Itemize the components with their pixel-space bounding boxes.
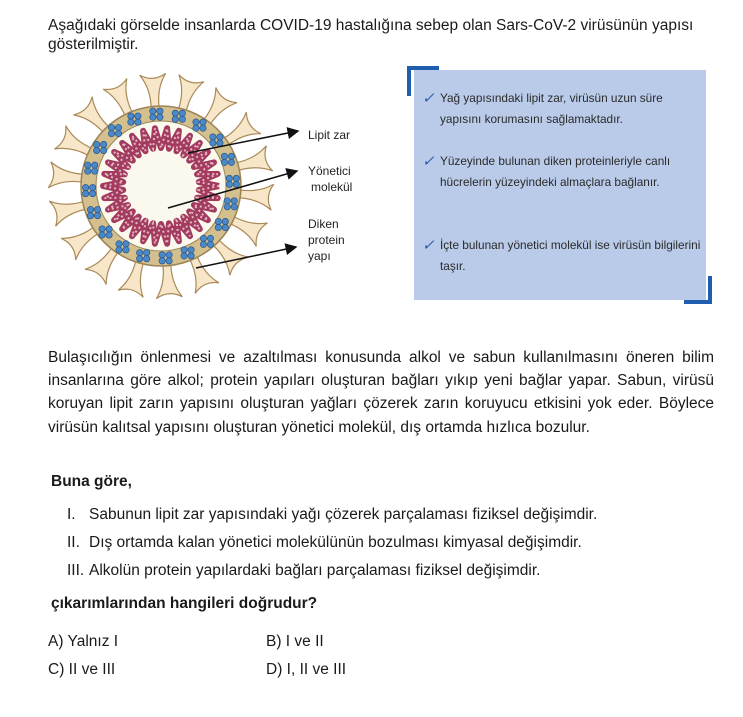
- option-d[interactable]: D) I, II ve III: [266, 661, 346, 679]
- arrow-spike: [195, 243, 298, 269]
- statement-1: I. Sabunun lipit zar yapısındaki yağı çöz…: [67, 506, 598, 523]
- arrow-lipid: [187, 127, 300, 154]
- label-manager-2: molekül: [311, 180, 353, 194]
- label-spike-2: protein: [308, 233, 345, 247]
- label-lipid: Lipit zar: [308, 128, 351, 142]
- label-spike-3: yapı: [308, 249, 331, 263]
- statement-2: II. Dış ortamda kalan yönetici molekülünü…: [67, 534, 582, 551]
- main-paragraph: Bulaşıcılığın önlenmesi ve azaltılması k…: [48, 349, 714, 436]
- option-b[interactable]: B) I ve II: [266, 633, 324, 651]
- label-manager-1: Yönetici: [308, 164, 351, 178]
- question-tail: çıkarımlarından hangileri doğrudur?: [51, 595, 318, 612]
- arrow-manager: [167, 168, 299, 209]
- info-item-spike: ✓ Yüzeyinde bulunan diken proteinleriyle…: [422, 153, 671, 189]
- question-lead: Buna göre,: [51, 473, 132, 490]
- option-c[interactable]: C) II ve III: [48, 661, 115, 679]
- info-item-lipid: ✓ Yağ yapısındaki lipit zar, virüsün uzu…: [422, 90, 663, 126]
- checkmark-icon: ✓: [422, 90, 435, 107]
- info-box-corner-bottom-right: [684, 276, 712, 304]
- statement-3: III. Alkolün protein yapılardaki bağları …: [67, 562, 541, 579]
- checkmark-icon: ✓: [422, 237, 435, 254]
- option-a[interactable]: A) Yalnız I: [48, 633, 118, 651]
- info-item-manager: ✓ İçte bulunan yönetici molekül ise virü…: [422, 237, 701, 273]
- checkmark-icon: ✓: [422, 153, 435, 170]
- label-spike-1: Diken: [308, 217, 339, 231]
